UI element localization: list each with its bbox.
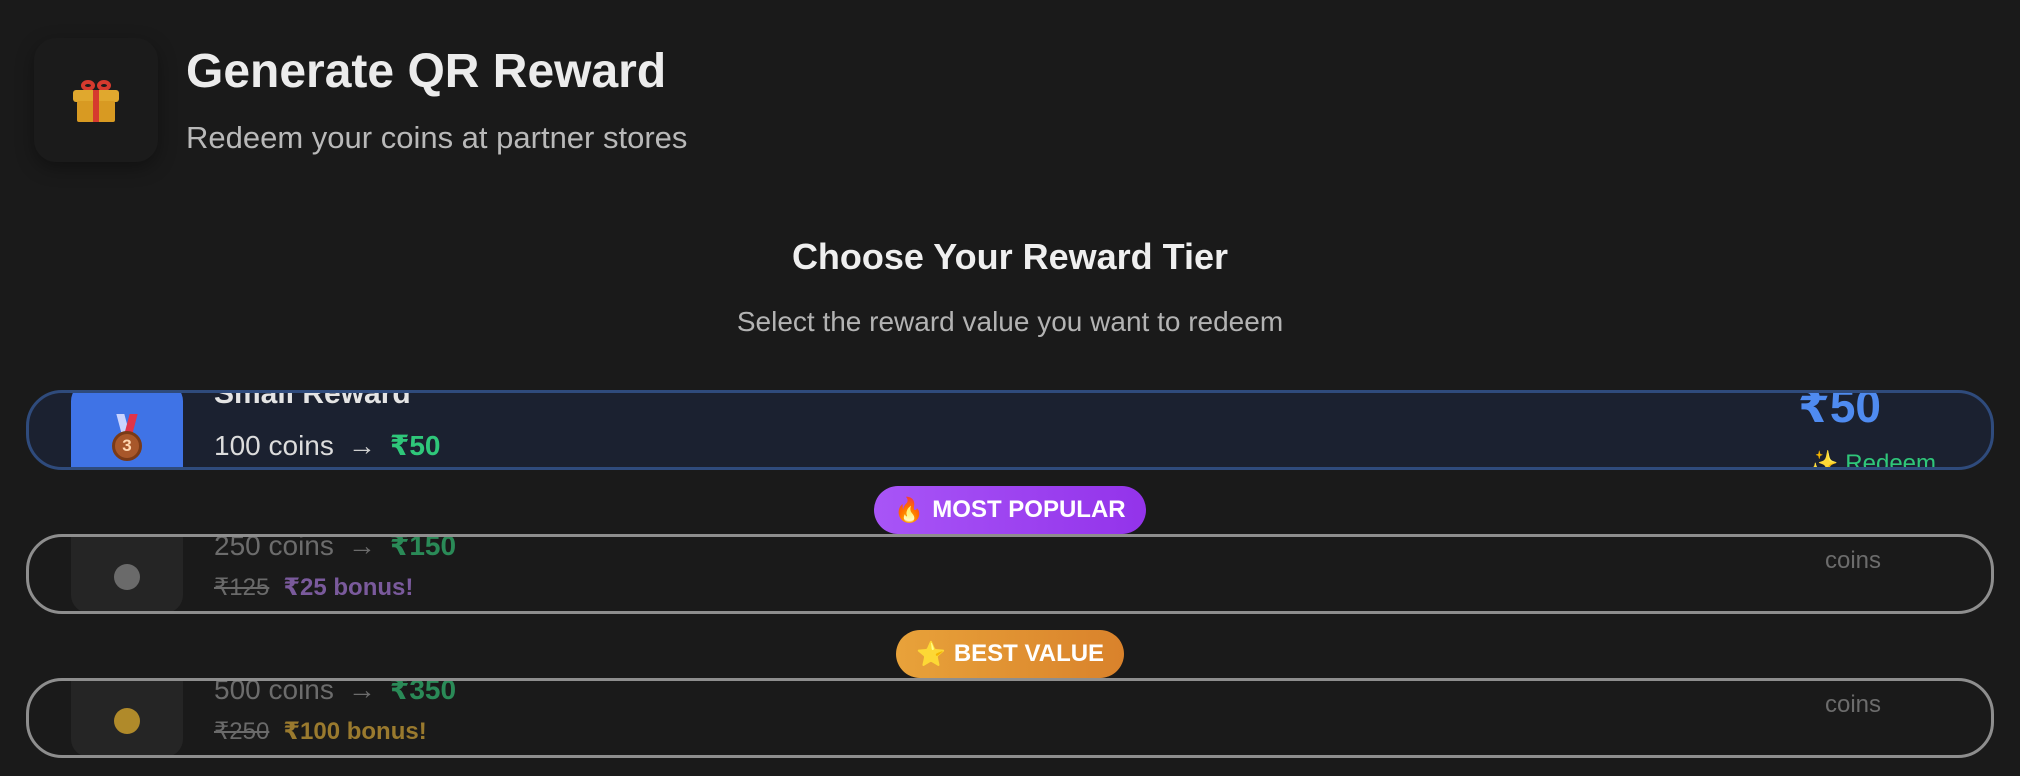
tier-bonus-amount: ₹25 bonus! [283, 574, 414, 601]
tier-conversion: 250 coins → ₹150 [214, 534, 457, 562]
tier-value: ₹50 [389, 430, 441, 461]
header-icon-tile [34, 38, 158, 162]
arrow-right-icon: → [347, 534, 376, 561]
tier-conversion: 100 coins → ₹50 [214, 429, 441, 462]
tier-bonus: ₹125 ₹25 bonus! [214, 573, 413, 602]
gold-medal-icon [114, 708, 140, 734]
fire-icon: 🔥 [894, 496, 925, 524]
tier-icon-tile [71, 537, 183, 611]
section-subtitle: Select the reward value you want to rede… [736, 306, 1284, 337]
badge-label: MOST POPULAR [932, 496, 1126, 523]
tier-coins: 500 coins [214, 678, 334, 705]
tier-name: Small Reward [214, 390, 411, 410]
tier-coins: 100 coins [214, 430, 334, 461]
reward-page: Generate QR Reward Redeem your coins at … [0, 0, 2020, 776]
redeem-button[interactable]: ✨ Redeem [1809, 449, 1936, 467]
bronze-medal-icon: 3 [110, 414, 144, 464]
tier-card-small[interactable]: 3 Small Reward 100 coins → ₹50 ₹50 ✨ Redee… [26, 390, 1994, 470]
gift-icon [73, 78, 119, 122]
tier-price: ₹50 [1797, 390, 1881, 432]
tier-coins-label: coins [1824, 691, 1881, 718]
tier-coins: 250 coins [214, 534, 334, 561]
silver-medal-icon [114, 564, 140, 590]
tier-value: ₹350 [389, 678, 457, 705]
most-popular-badge: 🔥 MOST POPULAR [874, 486, 1146, 534]
arrow-right-icon: → [347, 430, 376, 461]
tier-card-popular[interactable]: 250 coins → ₹150 ₹125 ₹25 bonus! coins [26, 534, 1994, 614]
tier-old-value: ₹250 [214, 718, 270, 745]
star-icon: ⭐ [915, 640, 946, 668]
tier-bonus-amount: ₹100 bonus! [283, 718, 427, 745]
badge-label: BEST VALUE [953, 640, 1105, 667]
tier-card-best[interactable]: 500 coins → ₹350 ₹250 ₹100 bonus! coins [26, 678, 1994, 758]
section-title: Choose Your Reward Tier [791, 236, 1229, 277]
tier-icon-tile [71, 681, 183, 755]
tier-bonus: ₹250 ₹100 bonus! [214, 717, 427, 746]
tier-coins-label: coins [1824, 547, 1881, 574]
arrow-right-icon: → [347, 678, 376, 705]
tier-value: ₹150 [389, 534, 457, 561]
tier-conversion: 500 coins → ₹350 [214, 678, 457, 706]
tier-icon-tile: 3 [71, 393, 183, 467]
tier-old-value: ₹125 [214, 574, 270, 601]
page-subtitle: Redeem your coins at partner stores [186, 120, 688, 155]
page-title: Generate QR Reward [186, 45, 667, 98]
best-value-badge: ⭐ BEST VALUE [896, 630, 1124, 678]
